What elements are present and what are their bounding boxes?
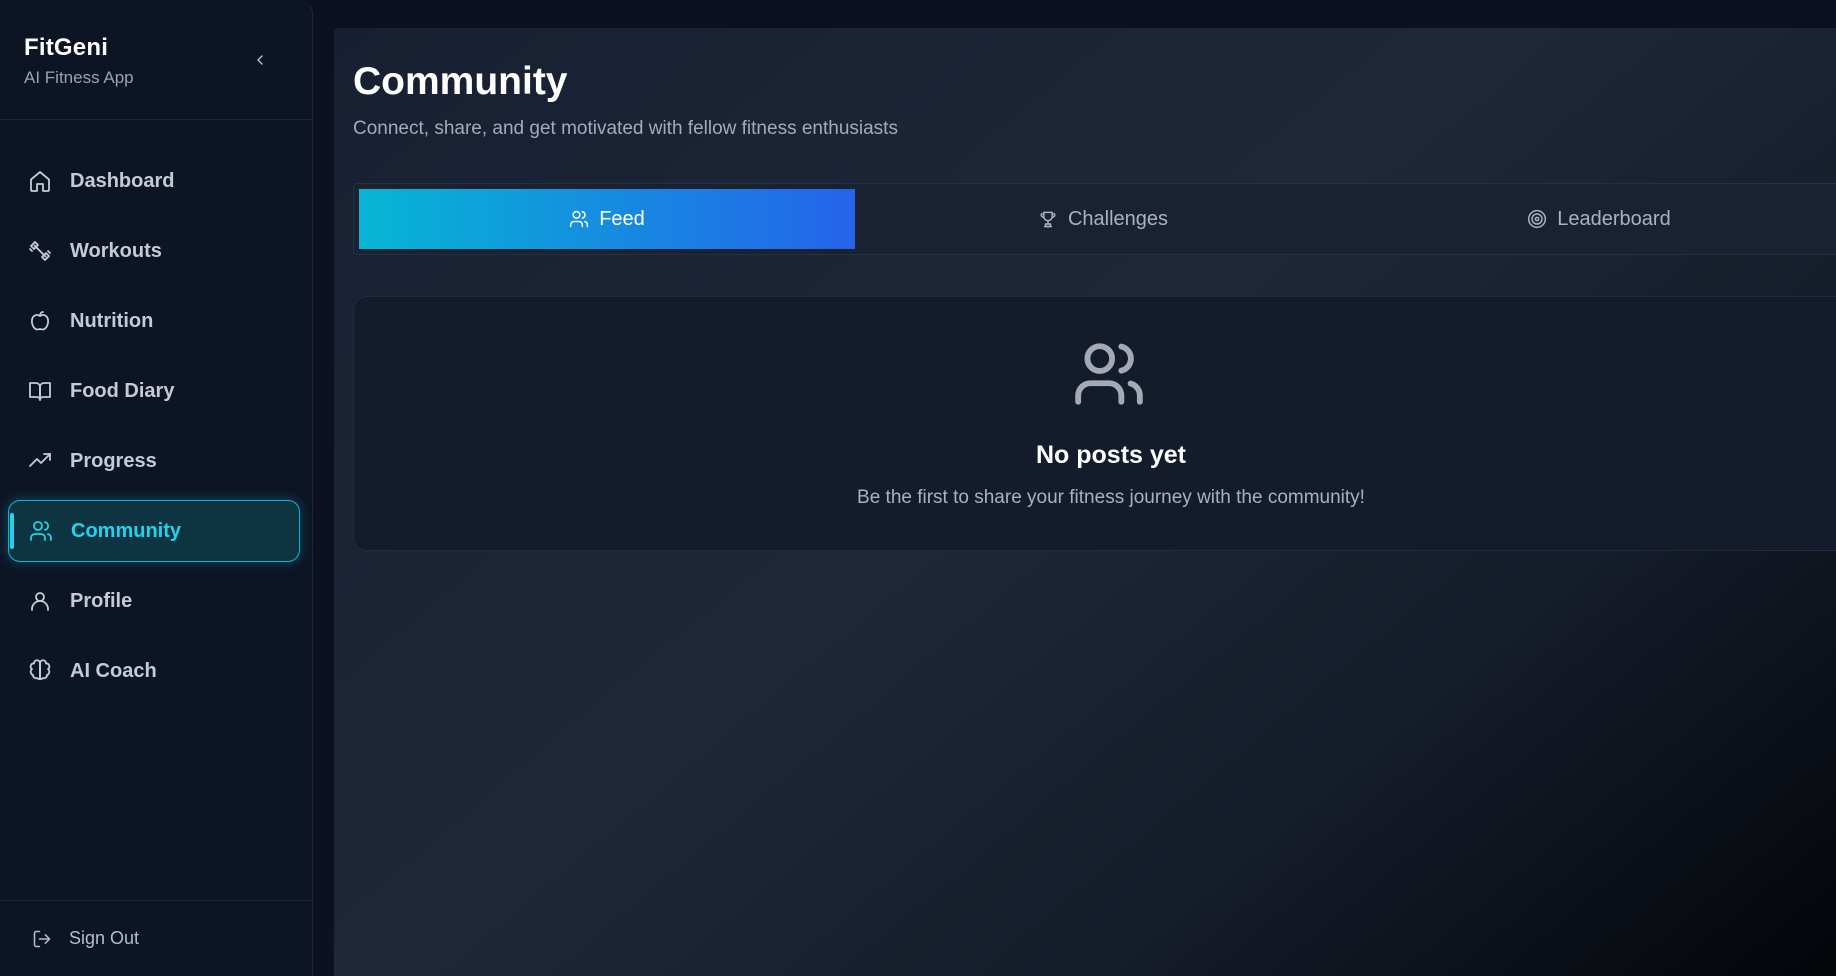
sidebar-item-label: Progress — [70, 449, 157, 472]
sidebar: FitGeni AI Fitness App Dashboard Workout… — [0, 0, 313, 976]
apple-icon — [31, 311, 49, 331]
tab-feed[interactable]: Feed — [359, 189, 855, 249]
sidebar-item-community[interactable]: Community — [8, 500, 300, 562]
sidebar-item-profile[interactable]: Profile — [8, 570, 300, 632]
users-icon — [30, 521, 52, 541]
users-icon — [570, 210, 589, 228]
sidebar-item-label: Food Diary — [70, 379, 175, 402]
sidebar-item-ai-coach[interactable]: AI Coach — [8, 640, 300, 702]
sidebar-nav: Dashboard Workouts Nutrition Food Diary … — [0, 120, 312, 900]
sidebar-item-label: AI Coach — [70, 659, 157, 682]
log-out-icon — [33, 930, 51, 947]
tab-leaderboard[interactable]: Leaderboard — [1351, 189, 1836, 249]
trophy-icon — [1040, 211, 1056, 228]
tab-label: Challenges — [1067, 207, 1169, 230]
tab-label: Leaderboard — [1557, 207, 1671, 230]
tab-challenges[interactable]: Challenges — [855, 189, 1351, 249]
target-icon — [1528, 209, 1547, 229]
chevron-left-icon — [257, 55, 263, 65]
tab-label: Feed — [599, 207, 645, 230]
empty-feed-card: No posts yet Be the first to share your … — [353, 296, 1836, 551]
sidebar-item-label: Nutrition — [70, 309, 154, 332]
empty-state-title: No posts yet — [1035, 441, 1187, 469]
empty-state-text: Be the first to share your fitness journ… — [857, 487, 1365, 508]
users-icon — [1075, 343, 1143, 405]
page-subtitle: Connect, share, and get motivated with f… — [353, 118, 898, 139]
sidebar-item-workouts[interactable]: Workouts — [8, 220, 300, 282]
book-icon — [29, 382, 51, 401]
home-icon — [30, 171, 50, 192]
sidebar-item-label: Workouts — [70, 239, 162, 262]
user-icon — [31, 592, 49, 611]
page-title: Community — [353, 60, 568, 103]
dumbbell-icon — [29, 241, 51, 261]
sign-out-button[interactable]: Sign Out — [0, 900, 312, 976]
sidebar-item-progress[interactable]: Progress — [8, 430, 300, 492]
sign-out-label: Sign Out — [69, 928, 140, 948]
sidebar-item-label: Profile — [70, 589, 133, 612]
sidebar-item-label: Community — [71, 519, 181, 542]
brand-header: FitGeni AI Fitness App — [0, 0, 312, 120]
main-content: Community Connect, share, and get motiva… — [334, 28, 1836, 976]
sidebar-item-dashboard[interactable]: Dashboard — [8, 150, 300, 212]
community-tabs: Feed Challenges Leaderboard — [353, 183, 1836, 255]
brain-icon — [29, 659, 51, 680]
sidebar-item-nutrition[interactable]: Nutrition — [8, 290, 300, 352]
sidebar-item-label: Dashboard — [70, 169, 175, 192]
app-root: FitGeni AI Fitness App Dashboard Workout… — [0, 0, 1836, 976]
trending-up-icon — [29, 453, 51, 467]
collapse-sidebar-button[interactable] — [248, 48, 272, 72]
sidebar-item-food-diary[interactable]: Food Diary — [8, 360, 300, 422]
